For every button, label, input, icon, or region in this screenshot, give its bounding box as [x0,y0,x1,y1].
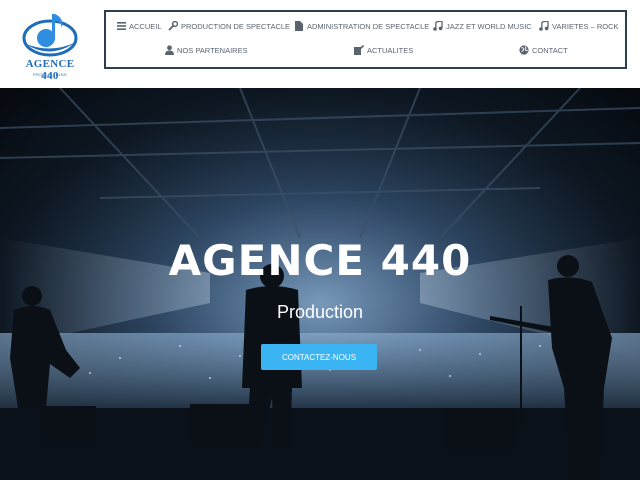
logo-tagline: PRODUCTIONS [33,72,67,77]
music-icon [539,21,549,31]
music-icon [433,21,443,31]
hero-section: AGENCE 440 Production CONTACTEZ-NOUS [0,88,640,480]
nav-item-actualites[interactable]: ACTUALITES [354,45,413,55]
user-icon [164,45,174,55]
nav-item-jazz[interactable]: JAZZ ET WORLD MUSIC [433,21,532,31]
nav-item-administration[interactable]: ADMINISTRATION DE SPECTACLE [294,21,429,31]
nav-item-label: ACCUEIL [129,21,162,31]
edit-icon [354,45,364,55]
nav-item-production[interactable]: PRODUCTION DE SPECTACLE [168,21,290,31]
main-navigation: ACCUEIL PRODUCTION DE SPECTACLE ADMINIST… [104,10,627,69]
logo-text: AGENCE 440 [25,58,75,82]
nav-item-label: JAZZ ET WORLD MUSIC [446,21,532,31]
nav-item-partenaires[interactable]: NOS PARTENAIRES [164,45,248,55]
document-icon [294,21,304,31]
nav-item-label: NOS PARTENAIRES [177,45,248,55]
nav-item-accueil[interactable]: ACCUEIL [116,21,162,31]
nav-item-label: CONTACT [532,45,568,55]
menu-icon [116,21,126,31]
globe-icon [519,45,529,55]
hero-title: AGENCE 440 [168,236,472,285]
nav-item-varietes[interactable]: VARIETES – ROCK [539,21,619,31]
music-note-logo-icon [22,14,78,57]
wrench-icon [168,21,178,31]
nav-item-contact[interactable]: CONTACT [519,45,568,55]
nav-item-label: ADMINISTRATION DE SPECTACLE [307,21,430,31]
site-header: AGENCE 440 PRODUCTIONS ACCUEIL PRODUCTIO… [0,0,640,88]
nav-item-label: ACTUALITES [367,45,414,55]
contact-us-button[interactable]: CONTACTEZ-NOUS [261,344,377,370]
nav-item-label: PRODUCTION DE SPECTACLE [181,21,291,31]
logo[interactable]: AGENCE 440 PRODUCTIONS [18,8,82,82]
nav-item-label: VARIETES – ROCK [552,21,619,31]
hero-subtitle: Production [276,302,364,322]
